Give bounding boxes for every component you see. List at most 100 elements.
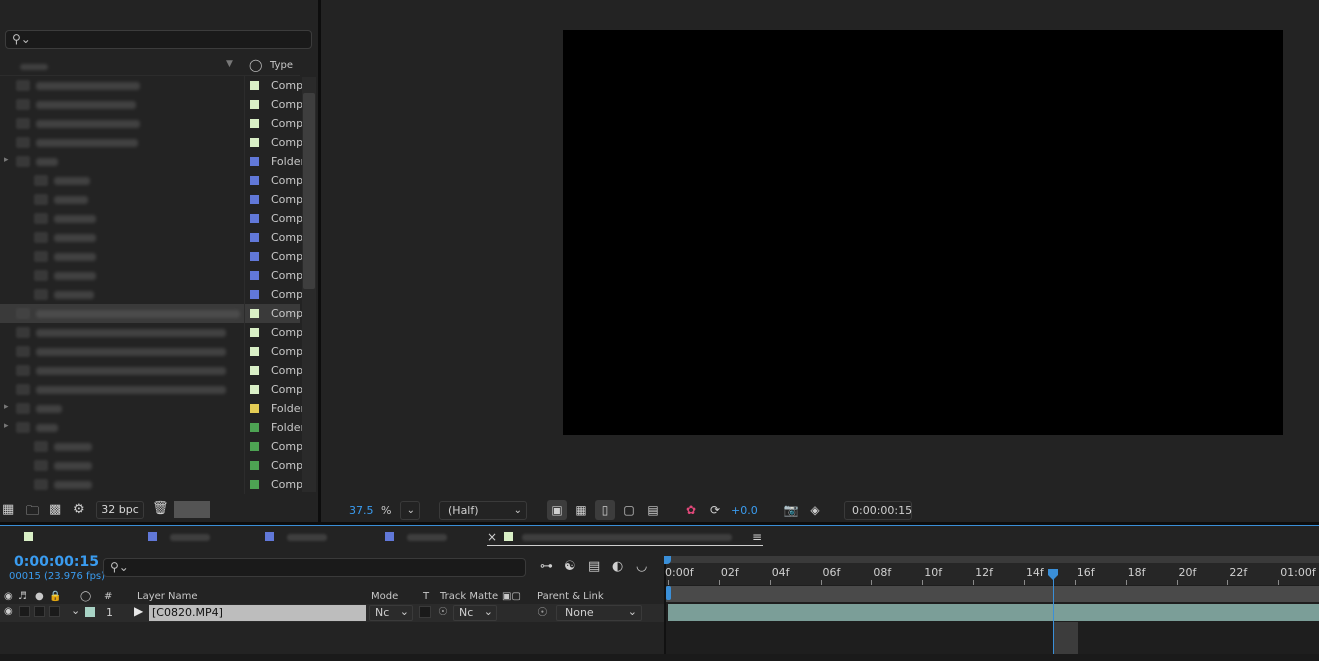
project-comp-row[interactable]: Comp bbox=[0, 342, 303, 361]
timeline-tab[interactable] bbox=[148, 530, 238, 546]
layer-label-swatch[interactable] bbox=[85, 607, 95, 617]
expand-chevron-icon[interactable]: ⌄ bbox=[71, 604, 80, 617]
label-color-swatch[interactable] bbox=[250, 214, 259, 223]
project-comp-row[interactable]: Comp bbox=[0, 133, 303, 152]
track-matte-dropdown[interactable]: Nc ⌄ bbox=[453, 605, 497, 621]
trash-icon[interactable]: 🗑 bbox=[152, 501, 169, 516]
new-composition-icon[interactable]: ▩ bbox=[49, 502, 61, 517]
solo-toggle[interactable] bbox=[34, 606, 45, 617]
label-color-swatch[interactable] bbox=[250, 157, 259, 166]
project-comp-row[interactable]: Comp bbox=[0, 228, 303, 247]
show-snapshot-icon[interactable]: ◈ bbox=[805, 500, 825, 520]
expand-chevron-icon[interactable]: ▸ bbox=[4, 421, 9, 431]
label-color-swatch[interactable] bbox=[250, 461, 259, 470]
interpret-footage-icon[interactable]: ▦ bbox=[2, 502, 14, 517]
in-point-marker[interactable] bbox=[666, 586, 671, 600]
type-column-header[interactable]: Type bbox=[270, 60, 293, 71]
comp-flowchart-icon[interactable]: ⊶ bbox=[540, 559, 553, 574]
label-color-swatch[interactable] bbox=[250, 81, 259, 90]
name-column-header[interactable] bbox=[20, 64, 48, 70]
project-comp-row[interactable]: Comp bbox=[0, 285, 303, 304]
label-color-swatch[interactable] bbox=[250, 442, 259, 451]
label-color-swatch[interactable] bbox=[250, 100, 259, 109]
parent-pickwhip-icon[interactable]: ☉ bbox=[537, 605, 548, 619]
project-comp-row[interactable]: Comp bbox=[0, 475, 303, 494]
grid-guides-icon[interactable]: ▤ bbox=[643, 500, 663, 520]
playhead-head-icon[interactable] bbox=[1047, 569, 1059, 581]
label-color-swatch[interactable] bbox=[250, 385, 259, 394]
timeline-timecode[interactable]: 0:00:00:15 bbox=[14, 554, 99, 570]
label-tag-icon[interactable]: ◯ bbox=[80, 591, 91, 602]
project-comp-row[interactable]: Comp bbox=[0, 361, 303, 380]
layer-name-header[interactable]: Layer Name bbox=[137, 591, 198, 602]
project-comp-row[interactable]: Comp bbox=[0, 76, 303, 95]
timeline-tab-active[interactable]: × bbox=[487, 530, 763, 546]
preserve-transparency-checkbox[interactable] bbox=[419, 606, 431, 618]
label-color-swatch[interactable] bbox=[250, 138, 259, 147]
project-comp-row[interactable]: Comp bbox=[0, 380, 303, 399]
project-comp-row[interactable]: Comp bbox=[0, 456, 303, 475]
close-icon[interactable]: × bbox=[487, 530, 497, 544]
magnification-dropdown[interactable]: ⌄ bbox=[400, 501, 420, 520]
label-color-swatch[interactable] bbox=[250, 290, 259, 299]
layer-name-field[interactable]: [C0820.MP4] bbox=[149, 605, 366, 621]
expand-chevron-icon[interactable]: ▸ bbox=[4, 155, 9, 165]
project-comp-row[interactable]: Comp bbox=[0, 304, 303, 323]
timeline-search-input[interactable]: ⚲⌄ bbox=[103, 558, 526, 577]
label-color-swatch[interactable] bbox=[250, 423, 259, 432]
project-search-input[interactable]: ⚲⌄ bbox=[5, 30, 312, 49]
lock-toggle[interactable] bbox=[49, 606, 60, 617]
eye-icon[interactable]: ◉ bbox=[4, 606, 13, 617]
label-color-swatch[interactable] bbox=[250, 176, 259, 185]
label-color-swatch[interactable] bbox=[250, 309, 259, 318]
graph-editor-icon[interactable]: ◡ bbox=[636, 559, 647, 574]
label-tag-icon[interactable]: ◯ bbox=[249, 58, 262, 72]
color-channels-icon[interactable]: ✿ bbox=[681, 500, 701, 520]
resolution-dropdown[interactable]: (Half) ⌄ bbox=[439, 501, 527, 520]
work-area-bar[interactable] bbox=[666, 556, 1319, 563]
frame-blending-icon[interactable]: ▤ bbox=[588, 559, 600, 574]
current-time-field[interactable]: 0:00:00:15 bbox=[844, 501, 912, 520]
bpc-button[interactable]: 32 bpc bbox=[96, 501, 144, 519]
region-of-interest-icon[interactable]: ▢ bbox=[619, 500, 639, 520]
project-comp-row[interactable]: Comp bbox=[0, 95, 303, 114]
project-scrollbar-thumb[interactable] bbox=[303, 93, 315, 289]
sort-chevron-icon[interactable]: ▼ bbox=[226, 59, 233, 69]
mask-visibility-icon[interactable]: ▯ bbox=[595, 500, 615, 520]
timeline-tab[interactable] bbox=[265, 530, 355, 546]
label-color-swatch[interactable] bbox=[250, 366, 259, 375]
zoom-value[interactable]: 37.5 bbox=[349, 504, 374, 517]
magnification-control[interactable]: 37.5 % bbox=[349, 504, 391, 517]
project-comp-row[interactable]: Comp bbox=[0, 323, 303, 342]
label-color-swatch[interactable] bbox=[250, 233, 259, 242]
timeline-tab[interactable] bbox=[24, 530, 124, 546]
project-settings-icon[interactable]: ⚙ bbox=[73, 502, 85, 517]
project-comp-row[interactable]: Comp bbox=[0, 266, 303, 285]
project-comp-row[interactable]: Comp bbox=[0, 171, 303, 190]
project-folder-row[interactable]: ▸ Folder bbox=[0, 418, 305, 437]
project-folder-row[interactable]: ▸ Folder bbox=[0, 152, 305, 171]
label-color-swatch[interactable] bbox=[250, 347, 259, 356]
fast-previews-icon[interactable]: ▣ bbox=[547, 500, 567, 520]
label-color-swatch[interactable] bbox=[250, 480, 259, 489]
motion-blur-icon[interactable]: ◐ bbox=[612, 559, 623, 574]
snapshot-icon[interactable]: 📷 bbox=[781, 500, 801, 520]
project-comp-row[interactable]: Comp bbox=[0, 190, 303, 209]
new-folder-icon[interactable]: 🗀 bbox=[26, 502, 39, 524]
expand-chevron-icon[interactable]: ▸ bbox=[4, 402, 9, 412]
label-color-swatch[interactable] bbox=[250, 252, 259, 261]
label-color-swatch[interactable] bbox=[250, 328, 259, 337]
reset-exposure-icon[interactable]: ⟳ bbox=[705, 500, 725, 520]
label-color-swatch[interactable] bbox=[250, 271, 259, 280]
layer-duration-bar[interactable] bbox=[668, 604, 1319, 621]
project-comp-row[interactable]: Comp bbox=[0, 209, 303, 228]
label-color-swatch[interactable] bbox=[250, 119, 259, 128]
audio-toggle-icon[interactable]: ♬ bbox=[18, 591, 27, 602]
shy-layers-icon[interactable]: ☯ bbox=[564, 559, 576, 574]
transparency-grid-icon[interactable]: ▦ bbox=[571, 500, 591, 520]
playhead-line[interactable] bbox=[1053, 571, 1054, 661]
project-comp-row[interactable]: Comp bbox=[0, 437, 303, 456]
solo-toggle-icon[interactable]: ● bbox=[35, 591, 44, 602]
project-comp-row[interactable]: Comp bbox=[0, 114, 303, 133]
blend-mode-dropdown[interactable]: Nc ⌄ bbox=[369, 605, 413, 621]
